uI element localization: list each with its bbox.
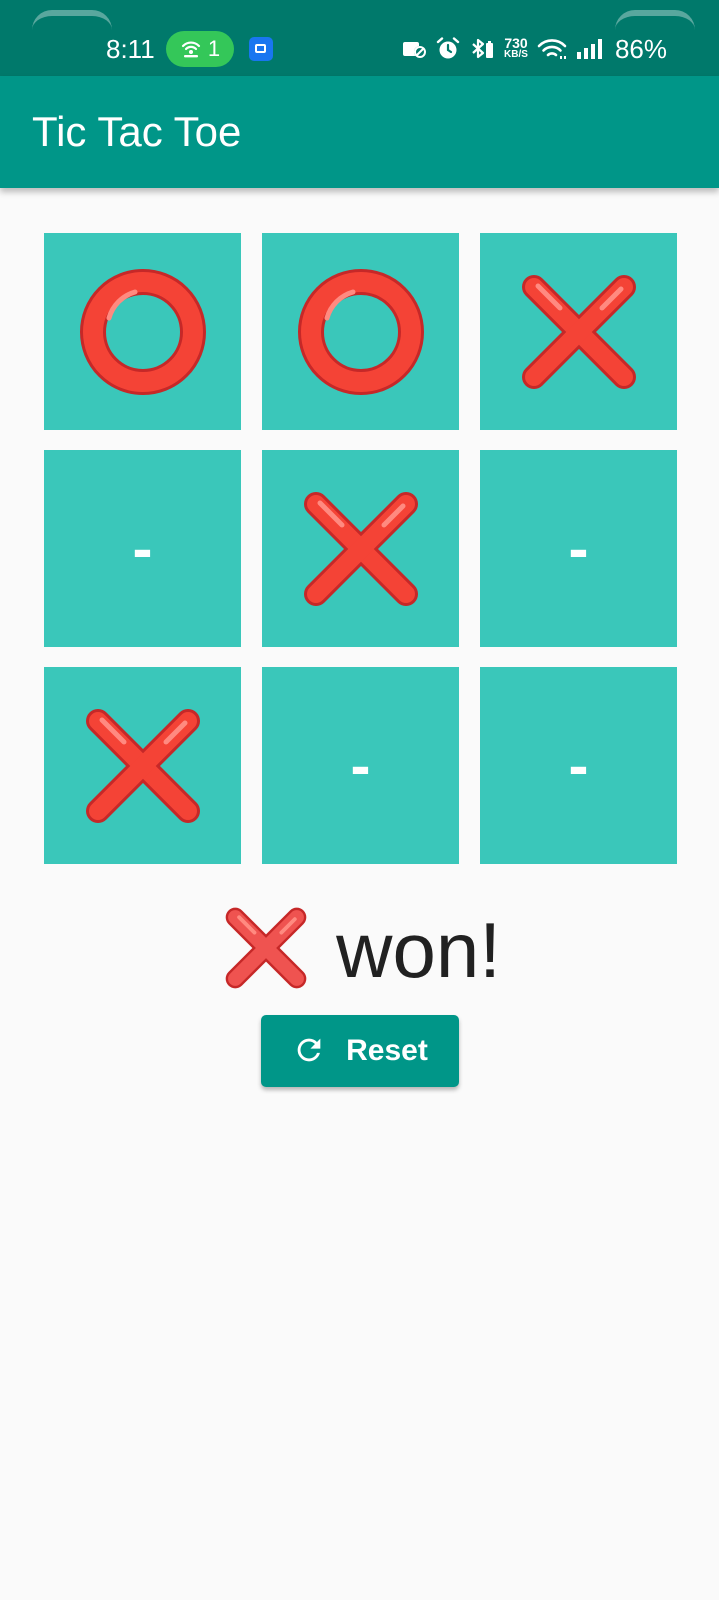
alarm-icon — [436, 37, 460, 61]
battery-level: 86% — [614, 33, 667, 64]
app-title: Tic Tac Toe — [32, 108, 242, 155]
x-mark-icon — [296, 484, 426, 614]
board-cell[interactable]: - — [44, 450, 241, 647]
network-speed-value: 730 — [504, 35, 528, 51]
hotspot-icon — [180, 39, 202, 59]
board-cell[interactable] — [480, 233, 677, 430]
o-mark-icon — [297, 268, 425, 396]
o-mark-icon — [79, 268, 207, 396]
no-sim-icon — [401, 38, 427, 60]
network-speed: 730 KB/S — [504, 35, 528, 60]
notification-app-icon — [249, 37, 273, 61]
board-cell[interactable] — [44, 233, 241, 430]
network-speed-unit: KB/S — [504, 49, 528, 60]
bluetooth-icon — [469, 36, 495, 62]
hotspot-indicator[interactable]: 1 — [166, 31, 234, 67]
signal-icon — [576, 38, 604, 60]
screen-corner-right — [615, 10, 695, 30]
x-mark-icon — [514, 267, 644, 397]
board-cell[interactable] — [44, 667, 241, 864]
board-cell[interactable]: - — [480, 667, 677, 864]
board-cell[interactable] — [262, 233, 459, 430]
app-bar: Tic Tac Toe — [0, 76, 719, 188]
board-cell[interactable] — [262, 450, 459, 647]
red-x-icon — [218, 900, 314, 1001]
x-mark-icon — [78, 701, 208, 831]
reset-button-label: Reset — [346, 1034, 428, 1067]
board-cell[interactable]: - — [262, 667, 459, 864]
reset-button[interactable]: Reset — [261, 1015, 459, 1087]
status-icons: 730 KB/S 86% — [401, 30, 667, 68]
game-board: - - - - — [44, 233, 677, 865]
board-cell[interactable]: - — [480, 450, 677, 647]
empty-cell-mark: - — [350, 731, 371, 799]
hotspot-count: 1 — [207, 36, 221, 61]
empty-cell-mark: - — [568, 731, 589, 799]
screen-corner-left — [32, 10, 112, 30]
status-time: 8:11 — [106, 34, 155, 64]
status-bar: 8:11 1 730 KB/S 86% — [0, 0, 719, 76]
result-text: won! — [336, 906, 501, 994]
wifi-icon — [537, 38, 567, 60]
refresh-icon — [292, 1033, 326, 1070]
empty-cell-mark: - — [132, 514, 153, 582]
result-message: won! — [0, 900, 719, 1000]
empty-cell-mark: - — [568, 514, 589, 582]
